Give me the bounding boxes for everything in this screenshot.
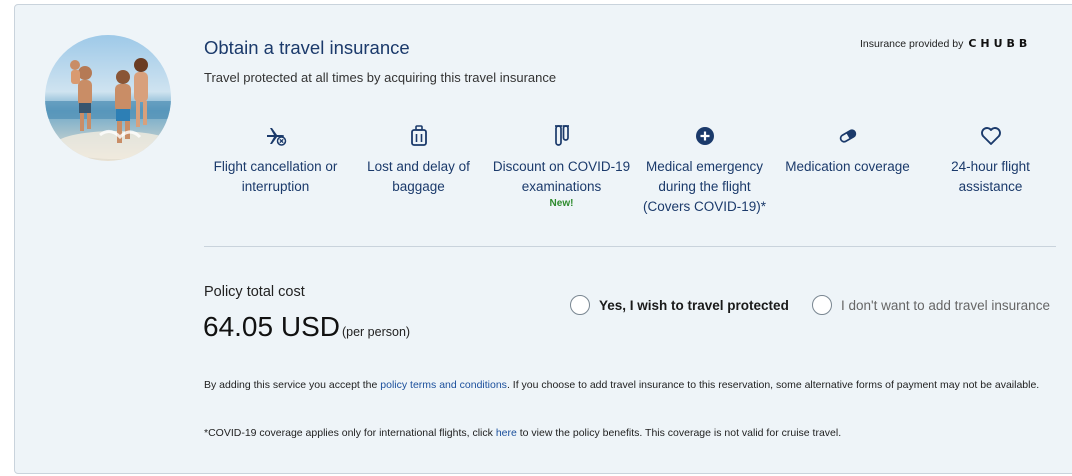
medical-plus-icon [695,123,715,149]
covid-suffix: to view the policy benefits. This covera… [519,427,842,439]
terms-prefix: By adding this service you accept the [204,379,378,391]
insurance-provider: Insurance provided by CHUBB [860,37,1031,50]
benefit-medication: Medication coverage [776,123,919,217]
luggage-icon [410,123,428,149]
new-badge: New! [549,198,574,209]
benefit-label: Medical emergency during the flight (Cov… [642,159,767,214]
policy-benefits-here-link[interactable]: here [496,427,517,439]
benefit-label: Flight cancellation or interruption [213,159,338,194]
policy-cost-per-person: (per person) [341,325,411,339]
terms-suffix: . If you choose to add travel insurance … [506,379,1040,391]
page-title: Obtain a travel insurance [204,37,410,58]
policy-cost: 64.05 USD (per person) [203,311,410,343]
benefits-list: Flight cancellation or interruption Lost… [204,123,1064,217]
heart-icon [980,123,1002,149]
option-no-label[interactable]: I don't want to add travel insurance [841,298,1050,313]
benefit-label: Medication coverage [785,159,910,174]
test-tubes-icon [554,123,570,149]
covid-notice: *COVID-19 coverage applies only for inte… [204,425,1066,442]
option-no-insurance[interactable]: I don't want to add travel insurance [812,295,1050,315]
policy-terms-link[interactable]: policy terms and conditions [380,379,507,391]
page-subtitle: Travel protected at all times by acquiri… [204,70,557,85]
benefit-flight-cancellation: Flight cancellation or interruption [204,123,347,217]
chubb-logo: CHUBB [968,37,1032,50]
option-yes-label[interactable]: Yes, I wish to travel protected [599,298,789,313]
option-yes-travel-protected[interactable]: Yes, I wish to travel protected [570,295,789,315]
pill-icon [838,123,858,149]
benefit-label: Lost and delay of baggage [367,159,470,194]
radio-no[interactable] [812,295,832,315]
plane-cancel-icon [265,123,287,149]
family-beach-photo [45,35,171,161]
policy-cost-label: Policy total cost [204,284,305,300]
radio-yes[interactable] [570,295,590,315]
covid-prefix: *COVID-19 coverage applies only for inte… [204,427,493,439]
travel-insurance-card: Obtain a travel insurance Travel protect… [14,4,1072,474]
section-divider [204,246,1056,247]
benefit-label: 24-hour flight assistance [951,159,1030,194]
benefit-medical-emergency: Medical emergency during the flight (Cov… [633,123,776,217]
policy-cost-amount: 64.05 USD [203,311,340,342]
benefit-label: Discount on COVID-19 examinations [492,159,631,194]
family-beach-image [45,35,171,161]
provider-prefix: Insurance provided by [860,37,964,50]
benefit-covid-discount: Discount on COVID-19 examinations New! [490,123,633,217]
benefit-flight-assistance: 24-hour flight assistance [919,123,1062,217]
terms-notice: By adding this service you accept the po… [204,377,1066,394]
benefit-baggage: Lost and delay of baggage [347,123,490,217]
